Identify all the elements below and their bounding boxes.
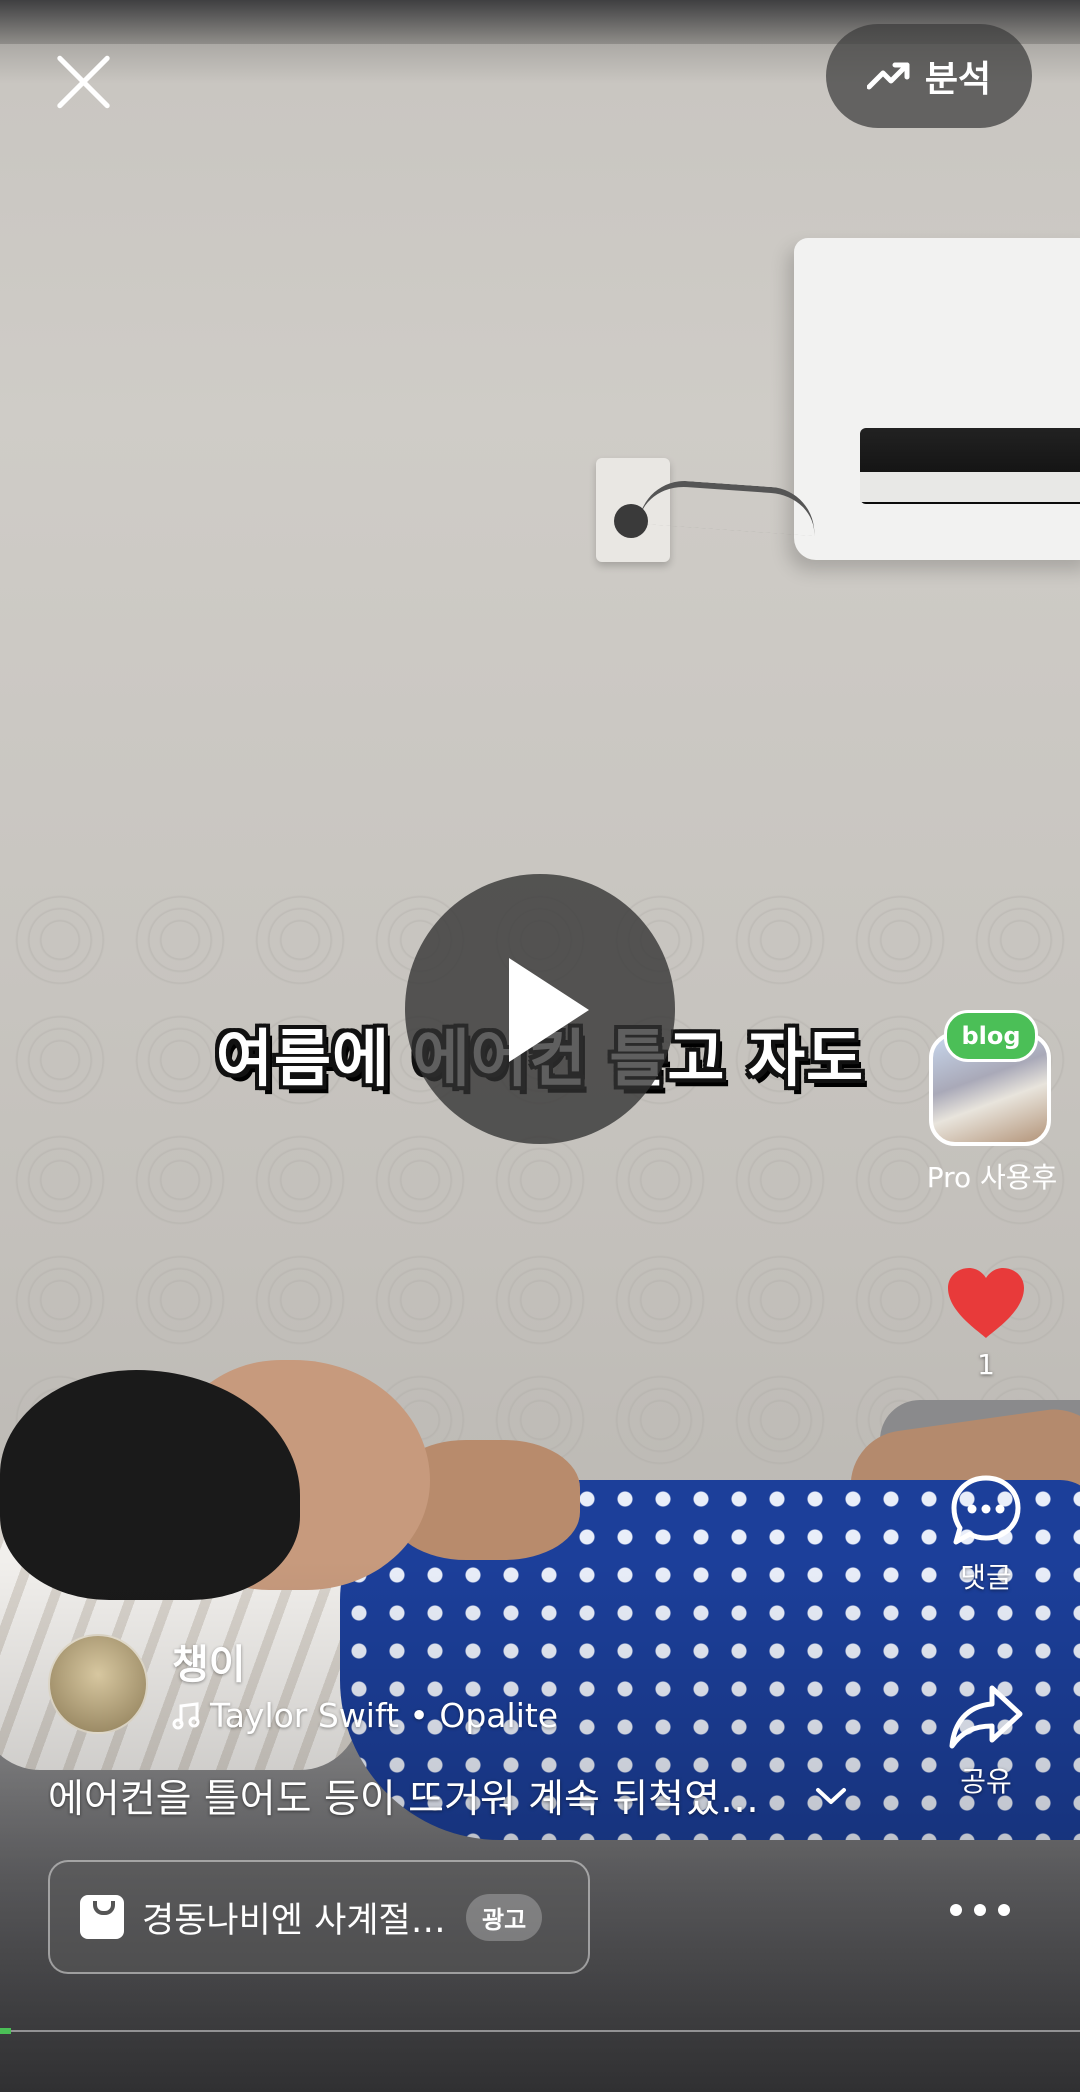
analysis-label: 분석: [924, 59, 992, 100]
music-label: Taylor Swift • Opalite: [210, 1696, 559, 1735]
analysis-button[interactable]: 분석: [826, 24, 1032, 128]
play-icon: [509, 958, 589, 1062]
air-conditioner-flap: [860, 472, 1080, 502]
comment-label: 댓글: [960, 1561, 1012, 1594]
power-plug: [614, 504, 648, 538]
share-label: 공유: [960, 1765, 1012, 1798]
comment-icon: [951, 1475, 1021, 1545]
ad-badge: 광고: [466, 1893, 543, 1941]
ad-banner[interactable]: 경동나비엔 사계절 ... 광고: [48, 1860, 590, 1974]
description-text: 에어컨을 틀어도 등이 뜨거워 계속 뒤척였던...: [48, 1777, 778, 1822]
ad-title: 경동나비엔 사계절 ...: [142, 1900, 452, 1941]
author-info: 챙이 Taylor Swift • Opalite: [48, 1632, 558, 1735]
more-options-button[interactable]: [950, 1904, 1010, 1916]
author-name[interactable]: 챙이: [172, 1632, 558, 1690]
more-dot: [974, 1904, 986, 1916]
comment-button[interactable]: 댓글: [930, 1472, 1042, 1596]
avatar[interactable]: [48, 1633, 148, 1734]
blog-badge: blog: [944, 1010, 1038, 1062]
music-note-icon: [172, 1701, 200, 1729]
more-dot: [950, 1904, 962, 1916]
share-icon: [949, 1685, 1023, 1749]
progress-track[interactable]: [0, 2030, 1080, 2032]
like-count: 1: [977, 1348, 995, 1381]
air-conditioner: [794, 238, 1080, 560]
close-button[interactable]: [52, 50, 116, 114]
chevron-down-icon[interactable]: [814, 1785, 848, 1807]
description[interactable]: 에어컨을 틀어도 등이 뜨거워 계속 뒤척였던...: [48, 1768, 848, 1824]
shopping-bag-icon: [80, 1895, 124, 1939]
trending-up-icon: [866, 62, 910, 90]
progress-fill: [0, 2028, 11, 2034]
heart-icon: [948, 1268, 1024, 1338]
share-button[interactable]: 공유: [930, 1682, 1042, 1800]
music-track[interactable]: Taylor Swift • Opalite: [172, 1696, 558, 1735]
more-dot: [998, 1904, 1010, 1916]
play-button[interactable]: [405, 874, 675, 1144]
like-button[interactable]: 1: [930, 1266, 1042, 1381]
blog-label: Pro 사용후: [926, 1161, 1058, 1194]
